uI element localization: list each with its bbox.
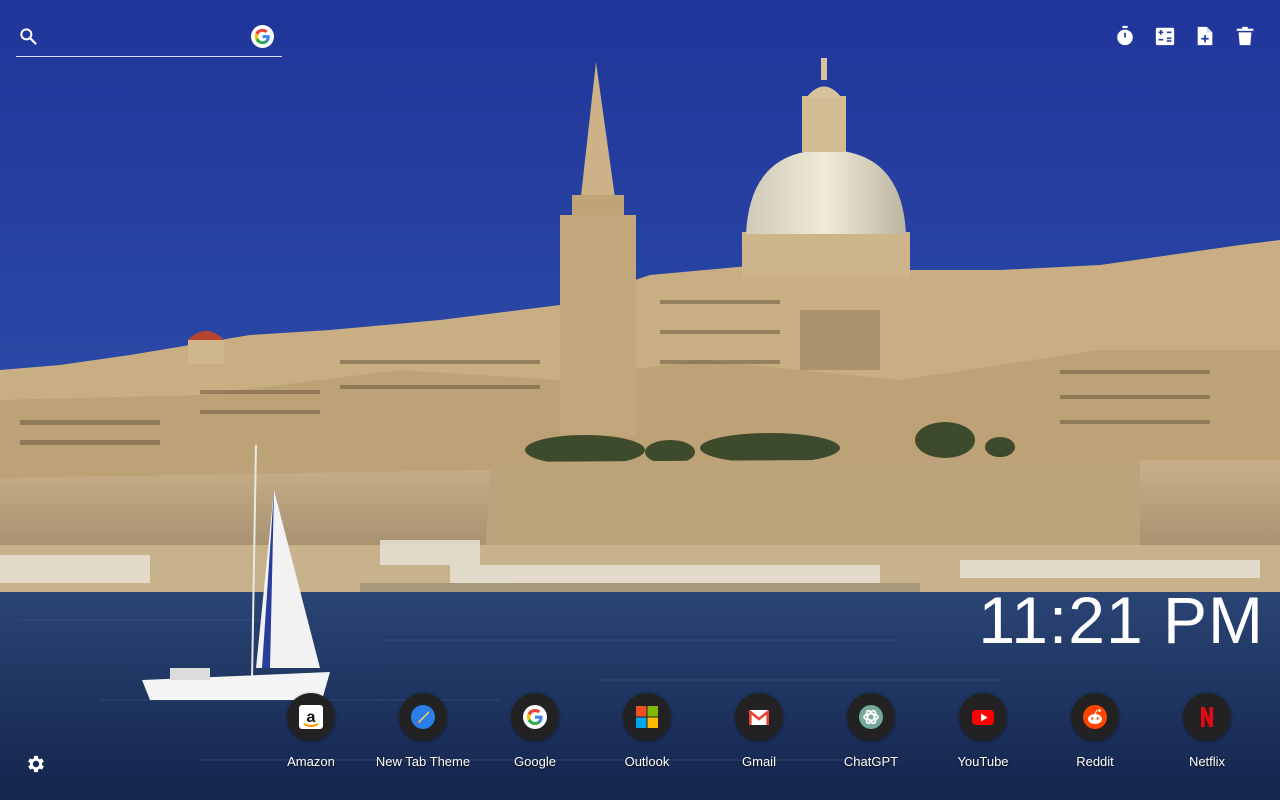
svg-text:a: a [307,709,316,726]
shortcut-netflix[interactable]: Netflix [1151,693,1263,773]
youtube-icon [959,693,1007,741]
shortcut-amazon[interactable]: a Amazon [255,693,367,773]
shortcut-youtube[interactable]: YouTube [927,693,1039,773]
netflix-icon [1183,693,1231,741]
wallpaper-background [0,0,1280,800]
trash-button[interactable] [1234,24,1256,48]
reddit-icon [1071,693,1119,741]
note-add-icon [1197,26,1213,46]
add-note-button[interactable] [1194,24,1216,48]
shortcut-new-tab-theme[interactable]: New Tab Theme [367,693,479,773]
calculator-button[interactable] [1154,24,1176,48]
microsoft-icon [623,693,671,741]
calculator-icon [1155,27,1175,46]
chatgpt-icon [847,693,895,741]
shortcut-outlook[interactable]: Outlook [591,693,703,773]
clock-time: 11:21 PM [978,583,1264,657]
shortcut-chatgpt[interactable]: ChatGPT [815,693,927,773]
shortcut-google[interactable]: Google [479,693,591,773]
google-icon [511,693,559,741]
search-icon[interactable] [18,26,38,46]
timer-icon [1117,25,1133,46]
shortcut-gmail[interactable]: Gmail [703,693,815,773]
gmail-icon [735,693,783,741]
timer-button[interactable] [1114,24,1136,48]
shortcut-reddit[interactable]: Reddit [1039,693,1151,773]
search-bar[interactable] [16,20,282,57]
settings-button[interactable] [25,753,47,775]
trash-icon [1236,26,1254,46]
search-input[interactable] [48,24,252,52]
gear-icon [28,755,44,773]
google-logo-icon[interactable] [251,25,274,48]
top-toolbar [1114,24,1256,48]
amazon-icon: a [287,693,335,741]
new-tab-theme-icon [399,693,447,741]
